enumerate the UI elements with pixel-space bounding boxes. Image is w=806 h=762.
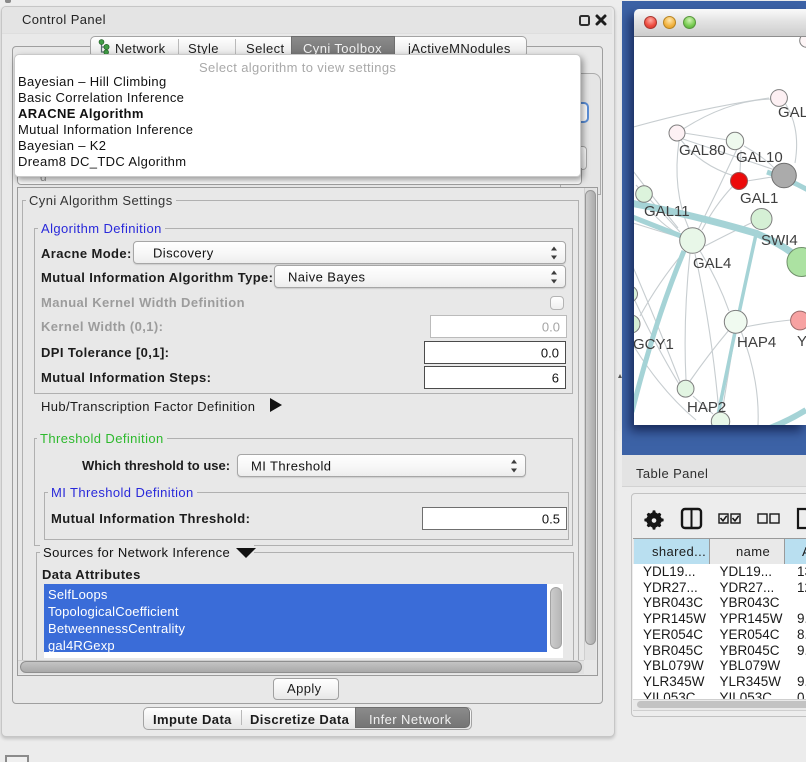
svg-text:Y: Y xyxy=(797,333,806,350)
svg-text:GAL1: GAL1 xyxy=(740,190,778,207)
svg-text:GAL7: GAL7 xyxy=(778,104,806,121)
svg-text:GAL80: GAL80 xyxy=(679,142,726,159)
svg-text:SWI4: SWI4 xyxy=(761,232,798,249)
svg-text:GAL4: GAL4 xyxy=(693,255,731,272)
svg-text:GAL11: GAL11 xyxy=(644,203,690,220)
svg-text:GAL10: GAL10 xyxy=(736,149,783,166)
svg-text:GCY1: GCY1 xyxy=(634,336,674,353)
svg-text:HAP4: HAP4 xyxy=(737,334,776,351)
svg-text:HAP2: HAP2 xyxy=(687,399,726,416)
